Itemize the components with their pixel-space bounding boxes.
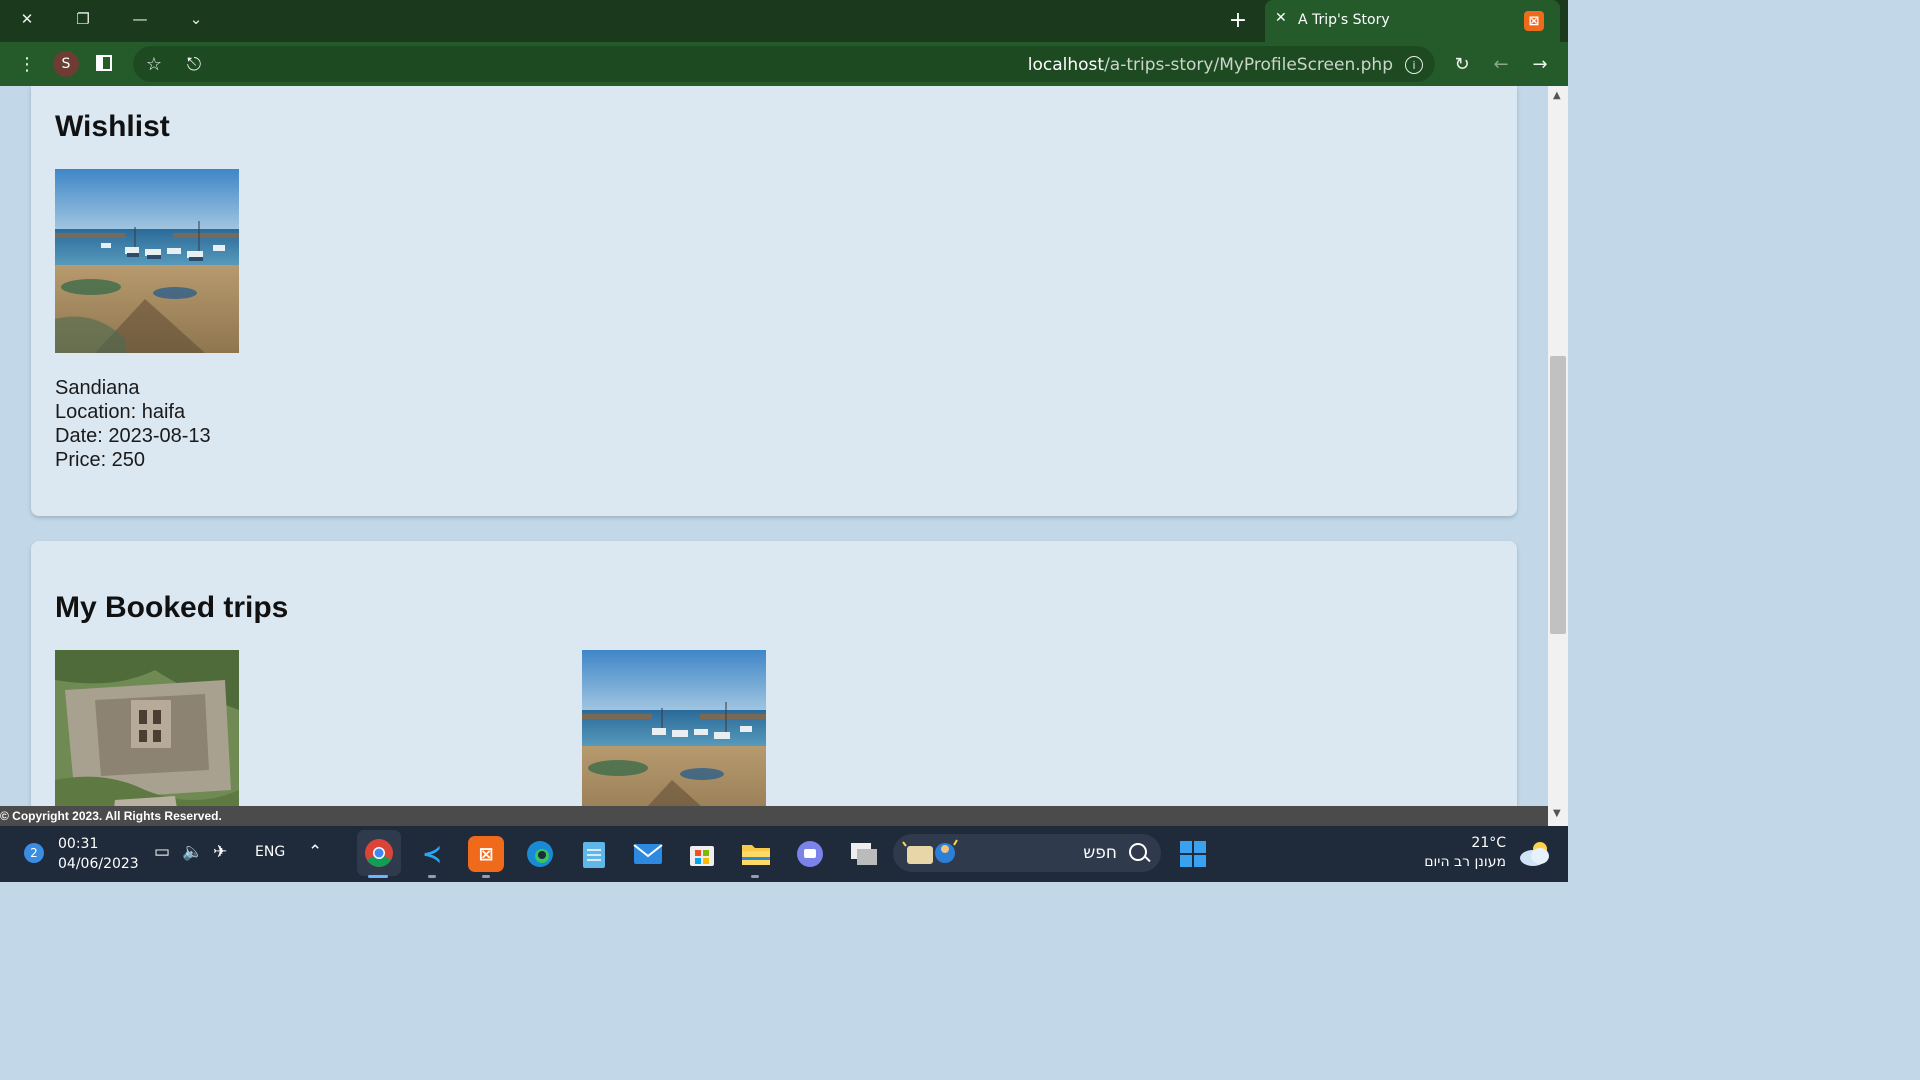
page-footer: © Copyright 2023. All Rights Reserved. bbox=[0, 806, 1548, 826]
explorer-running-indicator bbox=[751, 875, 759, 878]
tab-title: A Trip's Story bbox=[1298, 12, 1390, 28]
trip-location: Location: haifa bbox=[55, 401, 186, 423]
tab-search-chevron-icon[interactable]: ⌄ bbox=[182, 5, 210, 33]
system-clock[interactable]: 00:31 04/06/2023 bbox=[58, 834, 139, 874]
browser-tab-strip: ✕ ❐ — ⌄ + ✕ A Trip's Story ⊠ bbox=[0, 0, 1568, 42]
mail-app-icon[interactable] bbox=[630, 836, 666, 872]
notepad-app-icon[interactable] bbox=[576, 836, 612, 872]
store-app-icon[interactable] bbox=[684, 836, 720, 872]
browser-tab-active[interactable]: ✕ A Trip's Story ⊠ bbox=[1265, 0, 1560, 42]
close-window-icon[interactable]: ✕ bbox=[13, 5, 41, 33]
weather-widget[interactable]: 21°C מעונן רב היום bbox=[1424, 834, 1506, 872]
booked-trip-image-1[interactable] bbox=[55, 650, 239, 806]
cloud-weather-icon bbox=[1520, 842, 1549, 866]
url-path: /a-trips-story/MyProfileScreen.php bbox=[1104, 55, 1393, 75]
booked-trips-card: My Booked trips bbox=[31, 541, 1517, 806]
weather-temperature: 21°C bbox=[1471, 835, 1506, 851]
taskbar: 2 00:31 04/06/2023 ▭ 🔈 ✈ ENG ⌃ ≺ ⊠ חפש 2… bbox=[0, 826, 1568, 882]
scrollbar-thumb[interactable] bbox=[1550, 356, 1566, 634]
clock-date: 04/06/2023 bbox=[58, 856, 139, 872]
search-highlight-illustration-icon bbox=[902, 839, 958, 864]
trip-name: Sandiana bbox=[55, 377, 140, 399]
page-scrollbar[interactable]: ▲ ▼ bbox=[1548, 86, 1568, 826]
trip-date: Date: 2023-08-13 bbox=[55, 425, 211, 447]
input-language[interactable]: ENG bbox=[255, 844, 285, 860]
xampp-favicon-icon: ⊠ bbox=[1524, 11, 1544, 31]
scroll-up-arrow-icon[interactable]: ▲ bbox=[1553, 90, 1561, 101]
back-arrow-icon[interactable]: ← bbox=[1488, 51, 1514, 77]
clock-time: 00:31 bbox=[58, 836, 99, 852]
side-panel-icon[interactable] bbox=[96, 55, 112, 71]
new-tab-button[interactable]: + bbox=[1224, 6, 1252, 34]
xampp-app-icon[interactable]: ⊠ bbox=[468, 836, 504, 872]
volume-icon[interactable]: 🔈 bbox=[182, 842, 203, 862]
wishlist-trip-image[interactable] bbox=[55, 169, 239, 353]
minimize-window-icon[interactable]: — bbox=[126, 5, 154, 33]
battery-icon[interactable]: ▭ bbox=[154, 842, 170, 862]
wishlist-heading: Wishlist bbox=[55, 110, 170, 143]
wishlist-trip-info: Sandiana Location: haifa Date: 2023-08-1… bbox=[55, 376, 211, 472]
trip-price: Price: 250 bbox=[55, 449, 146, 471]
profile-avatar[interactable]: S bbox=[53, 51, 79, 77]
notification-badge[interactable]: 2 bbox=[24, 843, 44, 863]
url-host: localhost bbox=[1027, 55, 1105, 75]
page-viewport: Wishlist Sandiana Location: haifa Date: … bbox=[0, 86, 1548, 806]
forward-arrow-icon[interactable]: → bbox=[1527, 51, 1553, 77]
chrome-app-icon[interactable] bbox=[357, 830, 401, 876]
start-menu-icon[interactable] bbox=[1175, 836, 1211, 872]
site-info-icon[interactable]: i bbox=[1405, 56, 1423, 74]
booked-trip-image-2[interactable] bbox=[582, 650, 766, 806]
tab-close-icon[interactable]: ✕ bbox=[1275, 10, 1287, 26]
scroll-down-arrow-icon[interactable]: ▼ bbox=[1553, 808, 1561, 819]
network-icon[interactable]: ✈ bbox=[213, 842, 227, 862]
taskbar-search-box[interactable]: חפש bbox=[893, 834, 1161, 872]
teams-chat-app-icon[interactable] bbox=[792, 836, 828, 872]
browser-menu-icon[interactable]: ⋮ bbox=[14, 51, 40, 77]
bookmark-star-icon[interactable]: ☆ bbox=[141, 51, 167, 77]
chrome-running-indicator bbox=[368, 875, 388, 878]
search-placeholder: חפש bbox=[1083, 843, 1117, 863]
address-bar[interactable]: ☆ ⎋ localhost/a-trips-story/MyProfileScr… bbox=[133, 46, 1435, 82]
weather-description: מעונן רב היום bbox=[1424, 854, 1506, 870]
booked-trips-heading: My Booked trips bbox=[55, 591, 289, 624]
search-icon bbox=[1129, 843, 1147, 861]
url-text[interactable]: localhost/a-trips-story/MyProfileScreen.… bbox=[1028, 55, 1393, 75]
edge-app-icon[interactable] bbox=[522, 836, 558, 872]
task-view-app-icon[interactable] bbox=[846, 836, 882, 872]
file-explorer-app-icon[interactable] bbox=[738, 836, 774, 872]
xampp-running-indicator bbox=[482, 875, 490, 878]
vscode-running-indicator bbox=[428, 875, 436, 878]
vscode-app-icon[interactable]: ≺ bbox=[414, 836, 450, 872]
show-hidden-icons-chevron-icon[interactable]: ⌃ bbox=[308, 842, 322, 862]
restore-window-icon[interactable]: ❐ bbox=[69, 5, 97, 33]
reload-icon[interactable]: ↻ bbox=[1449, 51, 1475, 77]
browser-toolbar: ⋮ S ☆ ⎋ localhost/a-trips-story/MyProfil… bbox=[0, 42, 1568, 86]
share-icon[interactable]: ⎋ bbox=[181, 51, 207, 77]
wishlist-card: Wishlist Sandiana Location: haifa Date: … bbox=[31, 86, 1517, 516]
